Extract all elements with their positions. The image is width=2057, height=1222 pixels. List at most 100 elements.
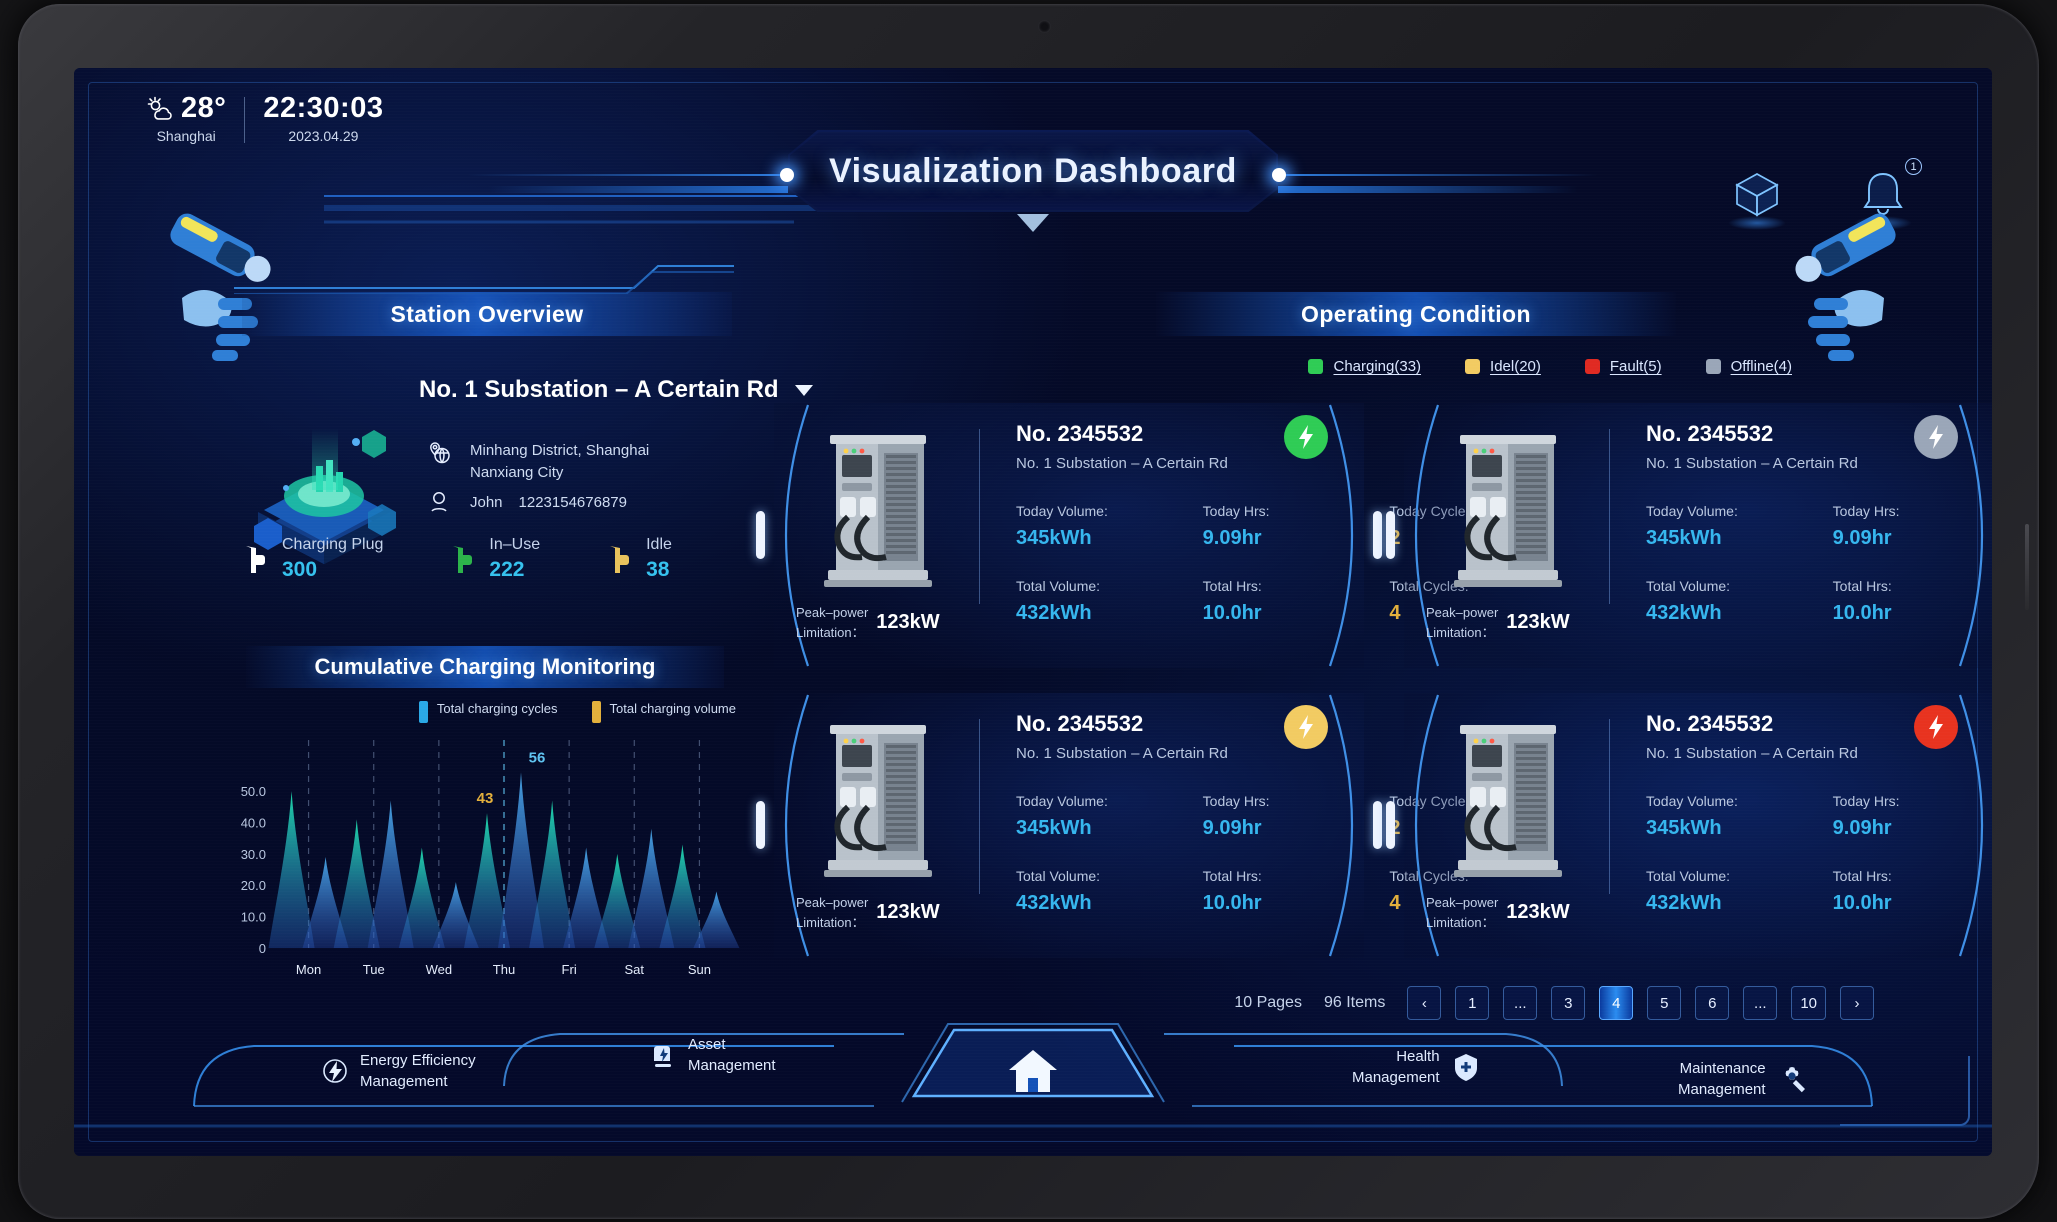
divider — [244, 97, 246, 143]
svg-text:50.0: 50.0 — [241, 784, 266, 799]
metric-today-hrs: Today Hrs: 9.09hr — [1203, 503, 1390, 550]
nav-maintenance-management[interactable]: Maintenance Management — [1678, 1058, 1810, 1100]
status-legend-fault[interactable]: Fault(5) — [1584, 358, 1662, 375]
asset-battery-icon — [654, 1046, 671, 1067]
station-address: Minhang District, Shanghai Nanxiang City — [426, 440, 649, 484]
svg-text:20.0: 20.0 — [241, 878, 266, 893]
home-icon — [1009, 1050, 1057, 1092]
metric-label: Today Hrs: — [1832, 793, 1900, 809]
metric-total-volume: Total Volume: 432kWh — [1646, 578, 1833, 625]
peak-power-limitation: Peak–power Limitation： 123kW — [1426, 893, 1570, 932]
svg-text:30.0: 30.0 — [241, 847, 266, 862]
pile-metrics: Today Volume: 345kWh Today Hrs: 9.09hr T… — [1646, 793, 1992, 915]
metric-label: Total Hrs: — [1202, 578, 1262, 594]
header-line-decoration — [234, 265, 734, 294]
weather-widget: 28° Shanghai 22:30:03 2023.04.29 — [146, 92, 383, 144]
clock-date: 2023.04.29 — [288, 128, 359, 144]
station-selector-dropdown[interactable]: No. 1 Substation – A Certain Rd — [419, 376, 813, 404]
peak-power-label-line2: Limitation： — [1426, 914, 1495, 930]
sun-cloud-icon — [146, 96, 172, 122]
status-legend-label: Fault(5) — [1609, 358, 1662, 375]
peak-power-value: 123kW — [876, 611, 940, 633]
user-icon — [431, 492, 447, 512]
notification-badge: 1 — [1905, 158, 1922, 175]
metric-value: 10.0hr — [1202, 892, 1262, 914]
metric-total-volume: Total Volume: 432kWh — [1016, 868, 1203, 915]
maintenance-gear-icon — [1785, 1067, 1805, 1093]
status-bolt-icon — [1914, 415, 1958, 459]
status-legend-label: Charging(33) — [1333, 358, 1422, 375]
metric-value: 10.0hr — [1832, 602, 1892, 624]
legend-label: Total charging cycles — [436, 701, 558, 716]
nav-label-line2: Management — [688, 1057, 776, 1074]
metric-value: 432kWh — [1646, 602, 1722, 624]
pile-address: No. 1 Substation – A Certain Rd — [1016, 745, 1228, 762]
temperature-value: 28° — [181, 92, 227, 124]
legend-item-volume: Total charging volume — [591, 700, 736, 723]
charging-pile-image — [1454, 435, 1562, 587]
charging-pile-card[interactable]: Peak–power Limitation： 123kW No. 2345532… — [1386, 693, 1992, 958]
pile-address: No. 1 Substation – A Certain Rd — [1646, 745, 1858, 762]
charging-pile-card[interactable]: Peak–power Limitation： 123kW No. 2345532… — [1386, 403, 1992, 668]
peak-power-value: 123kW — [1506, 611, 1570, 633]
metric-value: 345kWh — [1646, 817, 1722, 839]
charging-pile-card[interactable]: Peak–power Limitation： 123kW No. 2345532… — [756, 403, 1476, 668]
charging-pile-card-grid: Peak–power Limitation： 123kW No. 2345532… — [756, 403, 1992, 963]
status-bolt-icon — [1914, 705, 1958, 749]
nav-home[interactable] — [893, 1026, 1173, 1116]
bottom-navigation: Energy Efficiency Management Asset Manag… — [74, 986, 1992, 1136]
metric-total-volume: Total Volume: 432kWh — [1646, 868, 1833, 915]
dashboard-title-banner: Visualization Dashboard — [468, 130, 1598, 232]
status-legend-charging[interactable]: Charging(33) — [1308, 358, 1421, 375]
pile-address: No. 1 Substation – A Certain Rd — [1646, 455, 1858, 472]
metric-today-volume: Today Volume: 345kWh — [1016, 503, 1203, 550]
status-bolt-icon — [1284, 415, 1328, 459]
metric-label: Today Volume: — [1646, 793, 1738, 809]
legend-item-cycles: Total charging cycles — [418, 700, 558, 723]
chart-panel-header: Cumulative Charging Monitoring — [246, 646, 724, 688]
svg-text:Sat: Sat — [625, 962, 645, 977]
nav-asset-management[interactable]: Asset Management — [652, 1034, 776, 1076]
energy-bolt-icon — [323, 1059, 347, 1083]
nav-energy-efficiency-management[interactable]: Energy Efficiency Management — [322, 1050, 476, 1092]
nav-health-management[interactable]: Health Management — [1352, 1046, 1480, 1088]
stat-charging-plug: Charging Plug 300 — [242, 536, 383, 582]
metric-value: 345kWh — [1646, 527, 1722, 549]
health-shield-icon — [1454, 1054, 1477, 1081]
charging-pile-image — [824, 725, 932, 877]
metric-today-volume: Today Volume: 345kWh — [1646, 503, 1833, 550]
title-arrow-icon — [1017, 214, 1049, 232]
power-button[interactable] — [2025, 524, 2029, 610]
status-legend-label: Offline(4) — [1730, 358, 1792, 375]
peak-power-label-line1: Peak–power — [796, 605, 869, 620]
status-legend-label: Idel(20) — [1490, 358, 1541, 375]
card-handle-left[interactable] — [1386, 801, 1395, 849]
card-handle-left[interactable] — [756, 511, 765, 559]
status-legend-offline[interactable]: Offline(4) — [1705, 358, 1792, 375]
chart-canvas: 0 10.0 20.0 30.0 40.0 50.0 Mon Tue Wed Thu Fri Sat S… — [241, 740, 740, 977]
metric-label: Total Volume: — [1646, 868, 1731, 884]
metric-label: Total Hrs: — [1832, 868, 1892, 884]
nav-label-line1: Asset — [688, 1036, 726, 1053]
pile-number: No. 2345532 — [1016, 421, 1144, 446]
status-legend-idle[interactable]: Idel(20) — [1465, 358, 1541, 375]
metric-value: 9.09hr — [1832, 817, 1892, 839]
nav-label-line1: Energy Efficiency — [360, 1052, 476, 1069]
card-handle-left[interactable] — [756, 801, 765, 849]
charging-pile-card[interactable]: Peak–power Limitation： 123kW No. 2345532… — [756, 693, 1476, 958]
metric-label: Today Hrs: — [1202, 793, 1270, 809]
metric-label: Today Volume: — [1016, 503, 1108, 519]
metric-value: 9.09hr — [1832, 527, 1892, 549]
metric-today-hrs: Today Hrs: 9.09hr — [1833, 793, 1992, 840]
card-divider — [979, 719, 980, 894]
top-bar: 28° Shanghai 22:30:03 2023.04.29 Visuali… — [74, 68, 1992, 232]
cumulative-charging-chart: Total charging cycles Total charging vol… — [224, 694, 744, 984]
pile-number: No. 2345532 — [1646, 421, 1774, 446]
metric-label: Today Hrs: — [1202, 503, 1270, 519]
card-handle-left[interactable] — [1386, 511, 1395, 559]
metric-value: 345kWh — [1016, 817, 1092, 839]
screenshot-root: 28° Shanghai 22:30:03 2023.04.29 Visuali… — [0, 0, 2057, 1222]
card-divider — [1609, 429, 1610, 604]
nav-label-line2: Management — [1678, 1081, 1766, 1098]
page-title: Visualization Dashboard — [828, 151, 1238, 190]
